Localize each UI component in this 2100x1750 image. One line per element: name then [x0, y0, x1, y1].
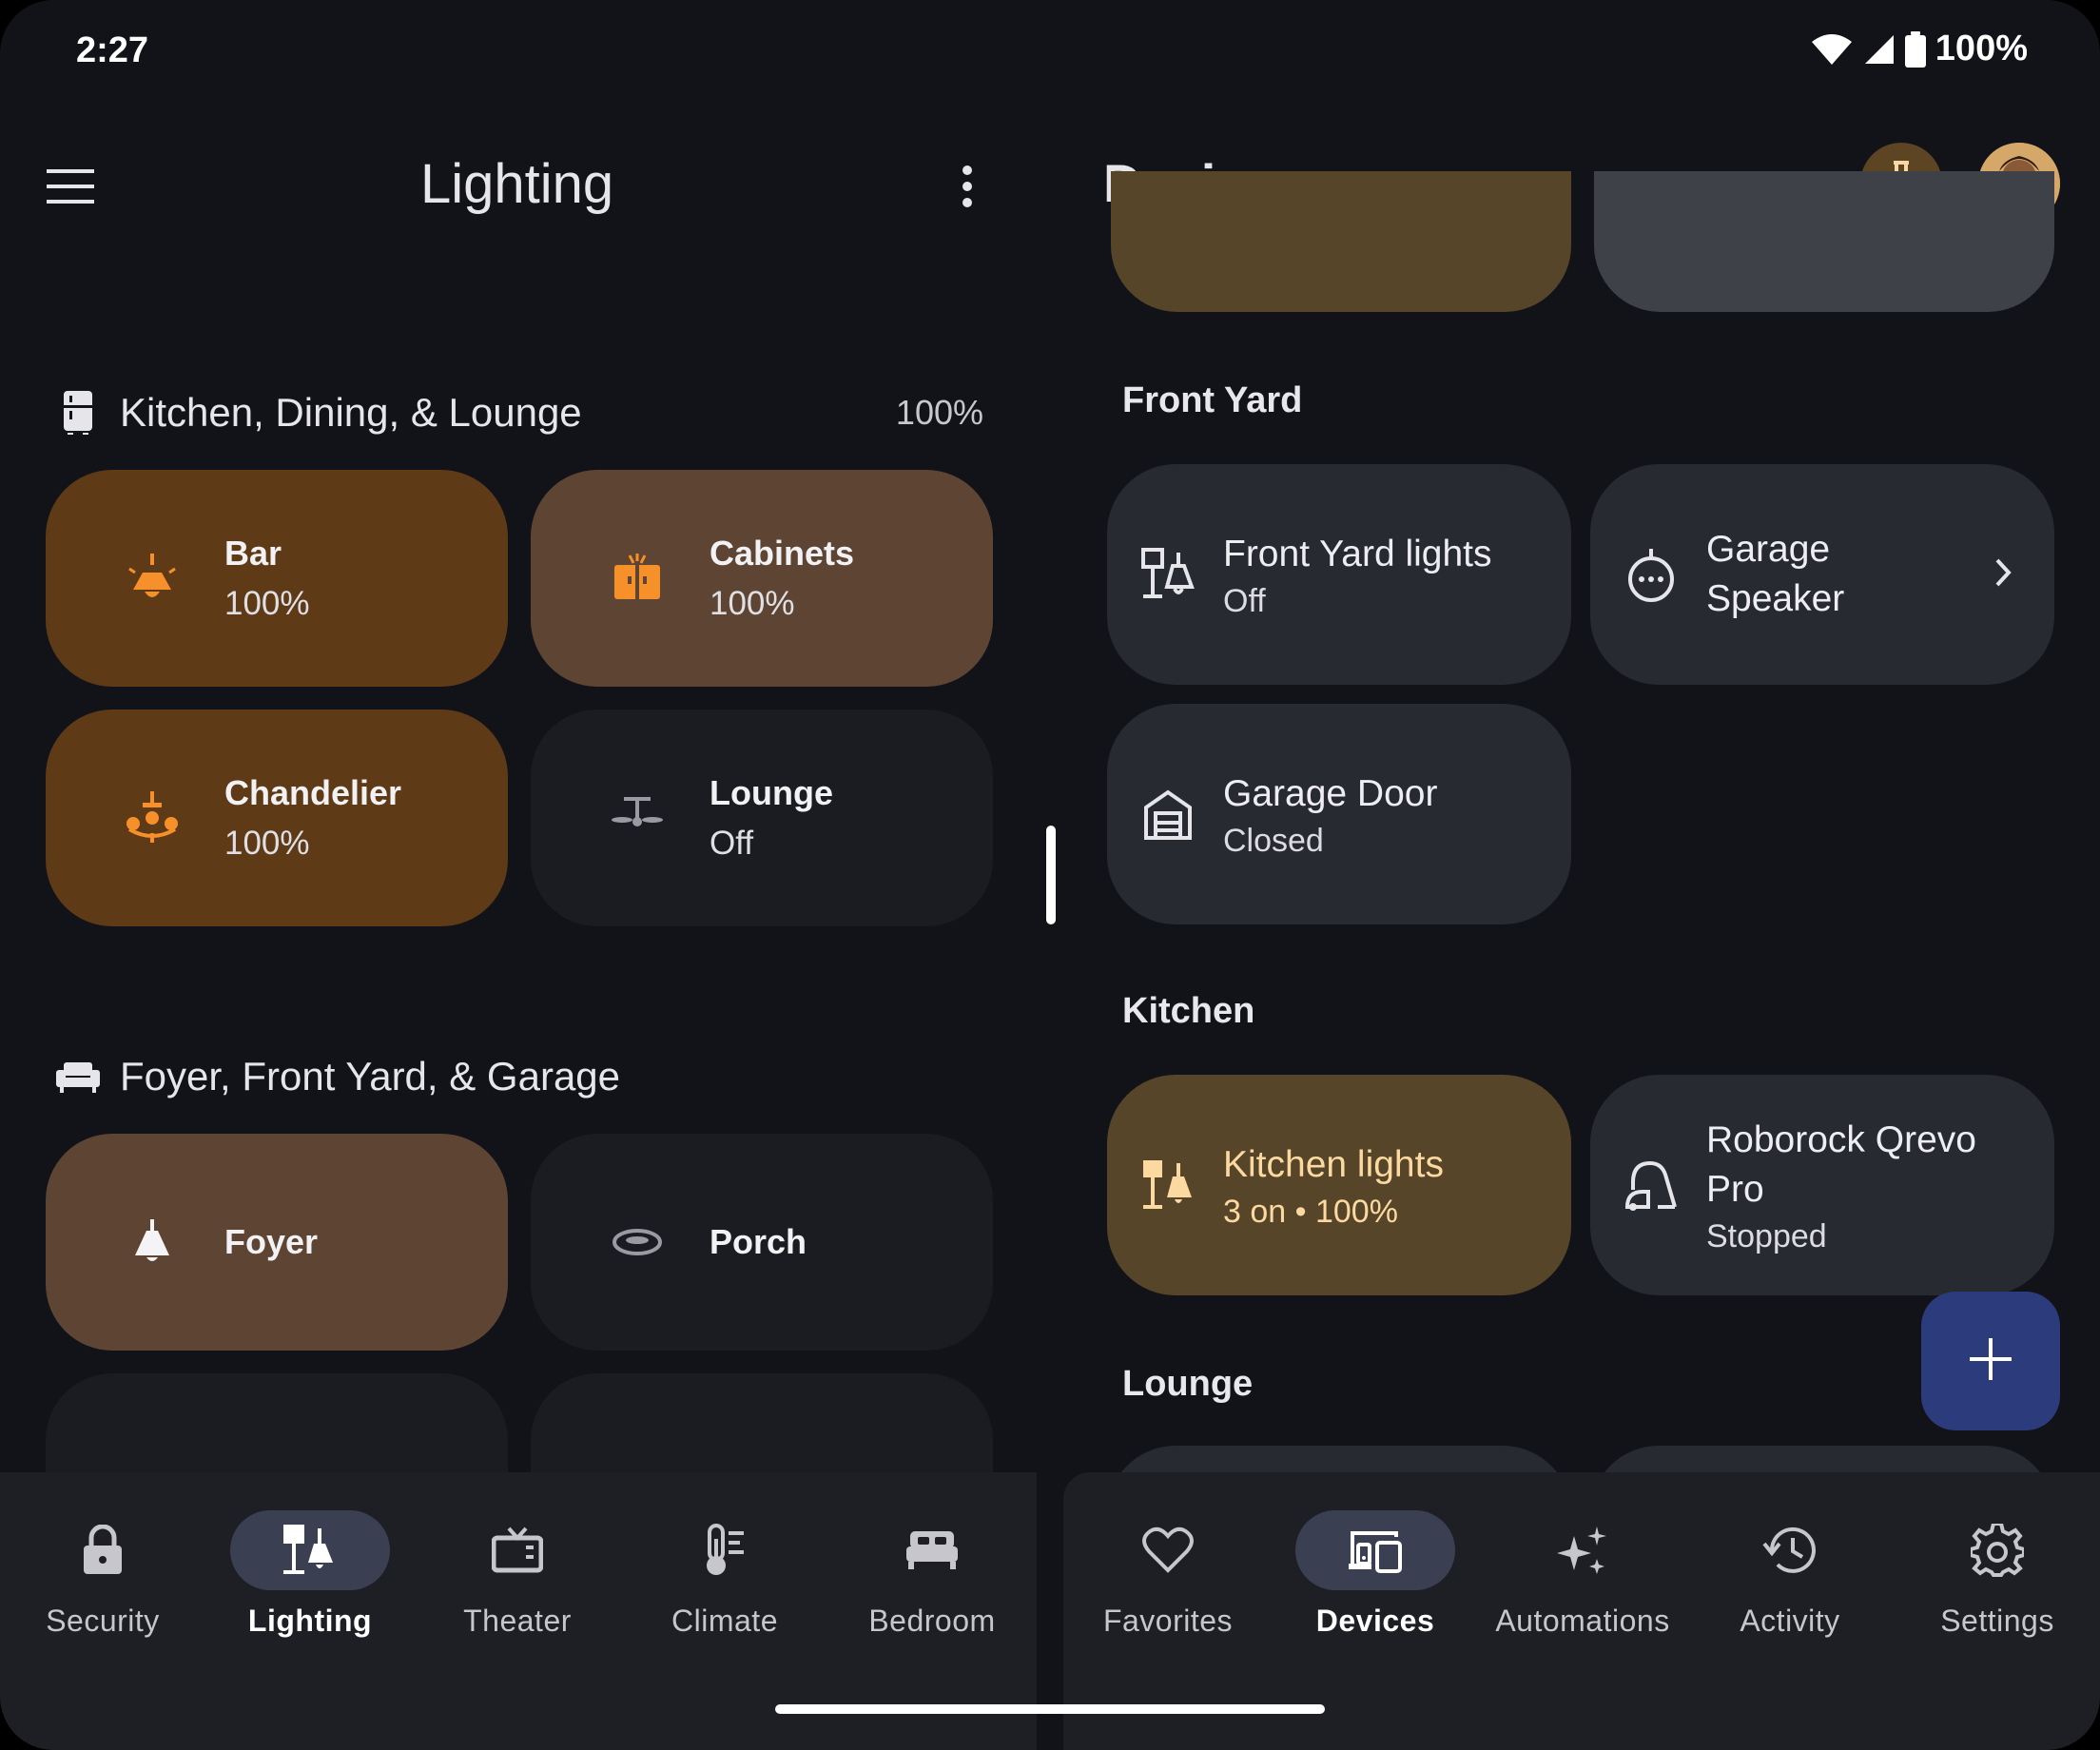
- lights-group-icon: [1138, 1155, 1198, 1215]
- tv-icon: [438, 1510, 597, 1590]
- tile-status: 100%: [224, 825, 310, 862]
- tile-name: Porch: [710, 1222, 807, 1261]
- cabinet-light-icon: [607, 548, 668, 609]
- vacuum-icon: [1621, 1155, 1682, 1215]
- section-header-foyer-front-yard-garage: Foyer, Front Yard, & Garage: [55, 1048, 983, 1105]
- device-tile-garage-speaker[interactable]: Garage Speaker: [1590, 464, 2054, 685]
- light-tile-cabinets[interactable]: Cabinets 100%: [531, 470, 993, 687]
- device-name: Kitchen lights: [1223, 1143, 1444, 1185]
- section-header-kitchen-dining-lounge: Kitchen, Dining, & Lounge 100%: [55, 384, 983, 441]
- nav-settings[interactable]: Settings: [1902, 1510, 2092, 1639]
- nav-label: Lighting: [247, 1604, 373, 1638]
- tile-name: Lounge: [710, 773, 833, 812]
- lock-icon: [23, 1510, 183, 1590]
- pendant-lamp-icon: [122, 1212, 183, 1273]
- nav-lighting[interactable]: Lighting: [215, 1510, 405, 1639]
- gesture-navigation-bar[interactable]: [775, 1704, 1325, 1714]
- nav-security[interactable]: Security: [8, 1510, 198, 1639]
- nav-label: Devices: [1315, 1604, 1435, 1638]
- light-tile-lounge[interactable]: Lounge Off: [531, 710, 993, 926]
- chandelier-icon: [122, 788, 183, 848]
- plus-icon: [1968, 1336, 2013, 1387]
- nav-label: Settings: [1940, 1604, 2054, 1638]
- nav-label: Security: [46, 1604, 160, 1638]
- device-status: 3 on • 100%: [1223, 1193, 1398, 1230]
- device-status: Stopped: [1706, 1217, 1827, 1254]
- device-tile-partial[interactable]: [1111, 171, 1571, 312]
- lamp-icon: [230, 1510, 390, 1590]
- gear-icon: [1917, 1510, 2077, 1590]
- sofa-icon: [55, 1054, 101, 1099]
- device-tile-partial[interactable]: [1594, 171, 2054, 312]
- menu-icon[interactable]: [42, 158, 99, 215]
- nav-theater[interactable]: Theater: [422, 1510, 612, 1639]
- app-screen: 2:27 100% Lighting Kitchen, Dining, & Lo…: [0, 0, 2100, 1750]
- nav-label: Bedroom: [868, 1604, 996, 1638]
- tile-name: Bar: [224, 534, 282, 573]
- nav-bedroom[interactable]: Bedroom: [837, 1510, 1027, 1639]
- sparkle-icon: [1503, 1510, 1662, 1590]
- history-icon: [1710, 1510, 1870, 1590]
- add-device-button[interactable]: [1921, 1292, 2060, 1430]
- tile-status: 100%: [224, 585, 310, 622]
- page-title: Lighting: [420, 153, 614, 215]
- tile-name: Cabinets: [710, 534, 855, 573]
- ceiling-pendant-icon: [122, 548, 183, 609]
- lighting-pane: Lighting Kitchen, Dining, & Lounge 100% …: [0, 0, 1039, 1750]
- nav-label: Theater: [463, 1604, 572, 1638]
- light-tile-bar[interactable]: Bar 100%: [46, 470, 508, 687]
- section-title-lounge: Lounge: [1122, 1364, 1254, 1404]
- nav-devices[interactable]: Devices: [1280, 1510, 1470, 1639]
- chevron-right-icon: [1993, 557, 2012, 593]
- speaker-icon: [1621, 544, 1682, 605]
- more-options-icon[interactable]: [942, 158, 993, 215]
- devices-icon: [1295, 1510, 1455, 1590]
- thermometer-icon: [645, 1510, 805, 1590]
- section-title-front-yard: Front Yard: [1122, 380, 1303, 420]
- section-title: Foyer, Front Yard, & Garage: [120, 1054, 621, 1099]
- device-name: Front Yard lights: [1223, 533, 1492, 574]
- tile-name: Chandelier: [224, 773, 402, 812]
- ceiling-fan-icon: [607, 788, 668, 848]
- fridge-icon: [55, 390, 101, 436]
- device-status: Off: [1223, 582, 1266, 619]
- tile-status: 100%: [710, 585, 795, 622]
- garage-icon: [1138, 784, 1198, 845]
- light-tile-porch[interactable]: Porch: [531, 1134, 993, 1351]
- light-tile-foyer[interactable]: Foyer: [46, 1134, 508, 1351]
- devices-pane: Devices Front Yard Front Yard lights Off: [1061, 0, 2100, 1750]
- device-name: Roborock Qrevo Pro: [1706, 1118, 1976, 1210]
- device-tile-kitchen-lights[interactable]: Kitchen lights 3 on • 100%: [1107, 1075, 1571, 1295]
- tile-name: Foyer: [224, 1222, 319, 1261]
- bed-icon: [852, 1510, 1012, 1590]
- device-status: Closed: [1223, 822, 1324, 859]
- section-percent: 100%: [895, 393, 983, 432]
- device-tile-front-yard-lights[interactable]: Front Yard lights Off: [1107, 464, 1571, 685]
- device-name: Garage Door: [1223, 772, 1438, 814]
- section-title: Kitchen, Dining, & Lounge: [120, 390, 582, 435]
- nav-activity[interactable]: Activity: [1695, 1510, 1885, 1639]
- device-tile-roborock[interactable]: Roborock Qrevo Pro Stopped: [1590, 1075, 2054, 1295]
- nav-label: Climate: [671, 1604, 778, 1638]
- nav-label: Automations: [1495, 1604, 1670, 1638]
- nav-label: Activity: [1740, 1604, 1840, 1638]
- nav-automations[interactable]: Automations: [1488, 1510, 1678, 1639]
- section-title-kitchen: Kitchen: [1122, 991, 1255, 1031]
- device-tile-garage-door[interactable]: Garage Door Closed: [1107, 704, 1571, 924]
- tile-status: Off: [710, 825, 754, 862]
- nav-favorites[interactable]: Favorites: [1073, 1510, 1263, 1639]
- lights-group-icon: [1138, 544, 1198, 605]
- nav-climate[interactable]: Climate: [630, 1510, 820, 1639]
- pane-resize-handle[interactable]: [1046, 826, 1056, 924]
- flush-mount-light-icon: [607, 1212, 668, 1273]
- device-name: Garage Speaker: [1706, 529, 1845, 619]
- heart-icon: [1088, 1510, 1248, 1590]
- nav-label: Favorites: [1102, 1604, 1234, 1638]
- light-tile-chandelier[interactable]: Chandelier 100%: [46, 710, 508, 926]
